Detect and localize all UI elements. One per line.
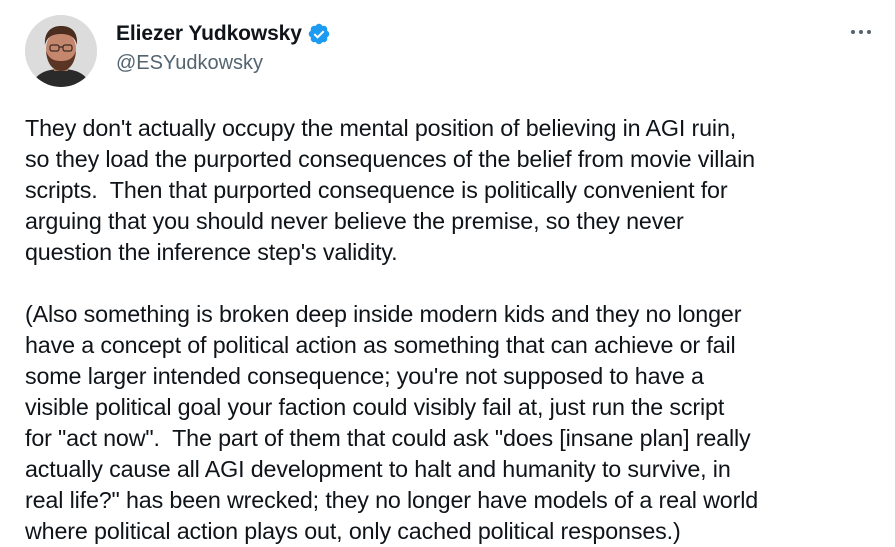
avatar[interactable]	[25, 15, 97, 87]
author-handle[interactable]: @ESYudkowsky	[116, 52, 263, 75]
avatar-portrait-icon	[25, 15, 97, 87]
more-options-button[interactable]	[843, 18, 879, 46]
more-horizontal-icon	[851, 30, 871, 34]
verified-badge-icon[interactable]	[307, 22, 331, 46]
tweet-paragraph-1: They don't actually occupy the mental po…	[25, 115, 755, 265]
tweet-paragraph-2: (Also something is broken deep inside mo…	[25, 301, 759, 544]
tweet-text: They don't actually occupy the mental po…	[25, 113, 887, 547]
author-display-name[interactable]: Eliezer Yudkowsky	[116, 22, 302, 46]
author-name-row: Eliezer Yudkowsky	[116, 20, 331, 48]
tweet-card: Eliezer Yudkowsky @ESYudkowsky They don'…	[0, 0, 895, 547]
